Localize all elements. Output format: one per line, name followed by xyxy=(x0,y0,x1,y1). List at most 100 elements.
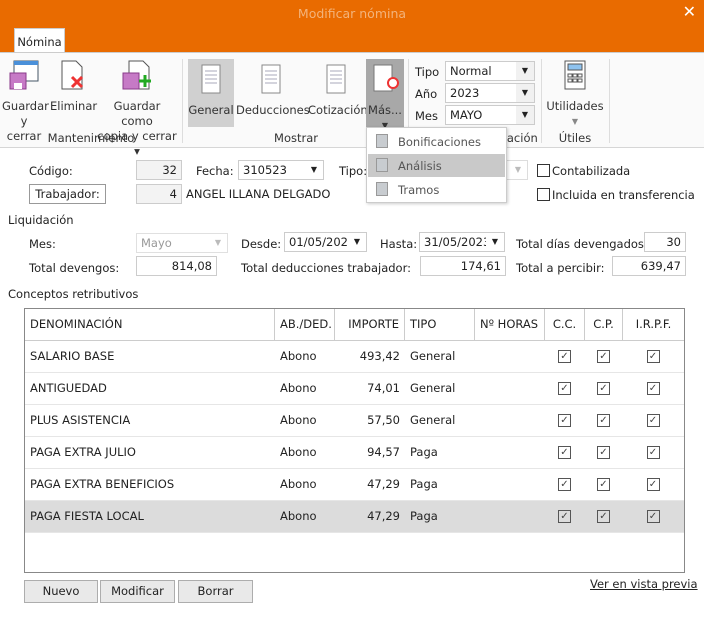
contabilizada-checkbox[interactable] xyxy=(537,164,550,177)
checkbox-checked[interactable]: ✓ xyxy=(558,510,571,523)
table-cell xyxy=(475,405,545,437)
trabajador-id-field[interactable]: 4 xyxy=(136,184,182,204)
bonificaciones-icon xyxy=(376,134,388,148)
column-header[interactable]: DENOMINACIÓN xyxy=(25,309,275,341)
table-cell: Paga xyxy=(410,445,438,459)
general-button[interactable]: General xyxy=(188,59,234,127)
column-header[interactable]: AB./DED. xyxy=(275,309,335,341)
checkbox-checked[interactable]: ✓ xyxy=(597,510,610,523)
table-cell: 493,42 xyxy=(359,349,400,363)
deducciones-button[interactable]: Deducciones xyxy=(236,59,310,118)
dias-field[interactable]: 30 xyxy=(644,232,686,252)
table-cell: 74,01 xyxy=(367,381,400,395)
table-cell: Abono xyxy=(280,349,317,363)
desde-field[interactable]: 01/05/2023 ▼ xyxy=(284,232,367,252)
table-cell: General xyxy=(410,413,456,427)
devengos-field[interactable]: 814,08 xyxy=(136,256,217,276)
save-copy-icon xyxy=(122,60,151,90)
table-cell: Abono xyxy=(280,413,317,427)
table-row[interactable]: ANTIGUEDAD Abono 74,01 General ✓ ✓ ✓ xyxy=(25,373,684,405)
table-row[interactable]: PLUS ASISTENCIA Abono 57,50 General ✓ ✓ ✓ xyxy=(25,405,684,437)
checkbox-checked[interactable]: ✓ xyxy=(558,478,571,491)
ribbon: Guardar y cerrar Eliminar Guardar como cop… xyxy=(0,52,704,158)
document-icon xyxy=(326,64,346,94)
table-row[interactable]: PAGA EXTRA JULIO Abono 94,57 Paga ✓ ✓ ✓ xyxy=(25,437,684,469)
incluida-checkbox[interactable] xyxy=(537,188,550,201)
checkbox-checked[interactable]: ✓ xyxy=(558,382,571,395)
table-cell: ANTIGUEDAD xyxy=(30,381,107,395)
hasta-field[interactable]: 31/05/2023 ▼ xyxy=(419,232,505,252)
checkbox-checked[interactable]: ✓ xyxy=(597,478,610,491)
modificar-button[interactable]: Modificar xyxy=(100,580,175,603)
group-label-mantenimiento: Mantenimiento xyxy=(47,131,135,145)
menu-item-analisis[interactable]: Análisis xyxy=(368,154,505,177)
checkbox-checked[interactable]: ✓ xyxy=(558,414,571,427)
utilidades-button[interactable]: Utilidades ▼ xyxy=(546,59,604,129)
tramos-icon xyxy=(376,182,388,196)
document-icon xyxy=(261,64,281,94)
table-cell: PLUS ASISTENCIA xyxy=(30,413,131,427)
codigo-field[interactable]: 32 xyxy=(136,160,182,180)
tab-nomina[interactable]: Nómina xyxy=(14,28,65,53)
menu-item-bonificaciones[interactable]: Bonificaciones xyxy=(368,130,505,153)
table-cell xyxy=(475,373,545,405)
checkbox-checked[interactable]: ✓ xyxy=(646,414,660,427)
tipo-select[interactable]: Normal ▼ xyxy=(445,61,535,81)
calculator-icon xyxy=(564,60,586,90)
vista-previa-link[interactable]: Ver en vista previa xyxy=(590,577,698,591)
table-row[interactable]: PAGA EXTRA BENEFICIOS Abono 47,29 Paga ✓ ✓ ✓ xyxy=(25,469,684,501)
table-cell: PAGA EXTRA BENEFICIOS xyxy=(30,477,175,491)
trabajador-button[interactable]: Trabajador: xyxy=(29,184,106,204)
column-header[interactable]: C.P. xyxy=(585,309,623,341)
checkbox-checked[interactable]: ✓ xyxy=(558,446,571,459)
checkbox-checked[interactable]: ✓ xyxy=(646,478,660,491)
column-header[interactable]: Nº HORAS xyxy=(475,309,545,341)
table-cell xyxy=(475,469,545,501)
checkbox-checked[interactable]: ✓ xyxy=(646,350,660,363)
borrar-button[interactable]: Borrar xyxy=(178,580,253,603)
checkbox-checked[interactable]: ✓ xyxy=(646,446,660,459)
checkbox-checked[interactable]: ✓ xyxy=(558,350,571,363)
checkbox-checked[interactable]: ✓ xyxy=(646,510,660,523)
table-cell: PAGA FIESTA LOCAL xyxy=(30,509,144,523)
window-title: Modificar nómina xyxy=(297,6,407,21)
percibir-field[interactable]: 639,47 xyxy=(612,256,686,276)
table-header: DENOMINACIÓN AB./DED. IMPORTE TIPO Nº HORAS C… xyxy=(25,309,684,341)
mas-dropdown-menu: Bonificaciones Análisis Tramos xyxy=(366,127,507,203)
checkbox-checked[interactable]: ✓ xyxy=(597,350,610,363)
chevron-down-icon: ▼ xyxy=(516,62,534,80)
table-row[interactable]: PAGA FIESTA LOCAL Abono 47,29 Paga ✓ ✓ ✓ xyxy=(25,501,684,533)
column-header[interactable]: C.C. xyxy=(545,309,585,341)
chevron-down-icon: ▼ xyxy=(516,84,534,102)
section-title: Liquidación xyxy=(8,213,74,227)
table-row[interactable]: SALARIO BASE Abono 493,42 General ✓ ✓ ✓ xyxy=(25,341,684,373)
table-cell: Paga xyxy=(410,477,438,491)
anio-select[interactable]: 2023 ▼ xyxy=(445,83,535,103)
chevron-down-icon: ▼ xyxy=(348,233,366,251)
table-cell xyxy=(475,437,545,469)
column-header[interactable]: I.R.P.F. xyxy=(623,309,684,341)
column-header[interactable]: IMPORTE xyxy=(335,309,405,341)
fecha-field[interactable]: 310523 ▼ xyxy=(238,160,324,180)
checkbox-checked[interactable]: ✓ xyxy=(597,414,610,427)
close-icon[interactable]: ✕ xyxy=(683,2,696,21)
menu-item-tramos[interactable]: Tramos xyxy=(368,178,505,201)
mes-field[interactable]: Mayo ▼ xyxy=(136,233,228,253)
mas-button[interactable]: Más... ▼ xyxy=(366,59,404,130)
save-icon xyxy=(9,60,39,90)
checkbox-checked[interactable]: ✓ xyxy=(597,382,610,395)
table-cell: Abono xyxy=(280,445,317,459)
eliminar-button[interactable]: Eliminar xyxy=(50,59,97,114)
table-cell: 94,57 xyxy=(367,445,400,459)
checkbox-checked[interactable]: ✓ xyxy=(646,382,660,395)
table-cell xyxy=(475,501,545,533)
mes-select[interactable]: MAYO ▼ xyxy=(445,105,535,125)
table-cell: 47,29 xyxy=(367,477,400,491)
cotizacion-button[interactable]: Cotización xyxy=(308,59,368,118)
column-header[interactable]: TIPO xyxy=(405,309,475,341)
table-cell: Abono xyxy=(280,477,317,491)
table-cell: Paga xyxy=(410,509,438,523)
checkbox-checked[interactable]: ✓ xyxy=(597,446,610,459)
nuevo-button[interactable]: Nuevo xyxy=(24,580,98,603)
deducciones-field[interactable]: 174,61 xyxy=(420,256,506,276)
